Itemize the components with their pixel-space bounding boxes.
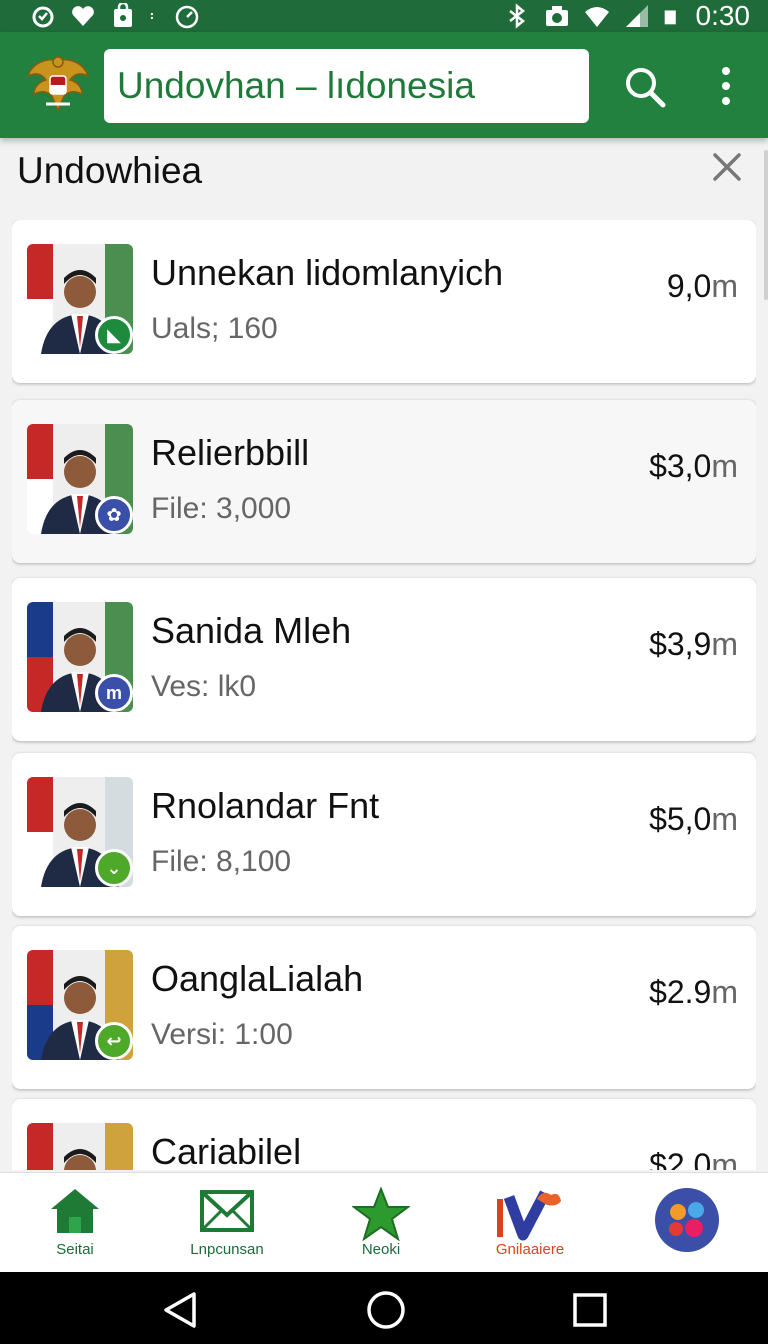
item-list: ◣ Unnekan lidomlanyich Uals; 160 9,0m ✿ … [12,220,756,1170]
item-price-unit: m [711,448,738,484]
item-price: $3,0m [649,448,738,485]
item-badge: m [95,674,133,712]
item-price-unit: m [711,974,738,1010]
item-title: Unnekan lidomlanyich [151,252,504,293]
nav-item-home[interactable]: Seitai [0,1173,150,1273]
item-thumbnail [27,1123,133,1170]
alarm-icon [32,6,54,28]
item-price-value: $5,0 [649,801,712,837]
nav-label: Gnilaaiere [495,1241,565,1258]
item-title: Cariabilel [151,1131,302,1170]
status-bar: 0:30 [0,0,768,32]
home-icon [51,1189,99,1233]
more-options-icon[interactable] [716,66,736,106]
battery-icon [664,10,676,25]
camera-icon [545,6,568,26]
item-price-value: $2,0 [649,1147,712,1170]
search-icon[interactable] [624,66,666,108]
heart-icon [72,6,94,26]
apps-icon [655,1188,719,1252]
item-price-value: 9,0 [666,268,712,304]
item-subtitle: File: 3,000 [151,492,292,525]
item-price: $2,0m [649,1147,738,1170]
wifi-icon [584,7,609,27]
nav-label: Lnpcunsan [190,1241,264,1258]
search-text: Undovhan – lıdonesia [117,65,475,106]
timer-icon [175,5,199,29]
list-item[interactable]: ◣ Unnekan lidomlanyich Uals; 160 9,0m [12,220,756,383]
item-badge: ↩ [95,1022,133,1060]
item-subtitle: Ves: lk0 [151,670,257,703]
star-icon [352,1187,410,1241]
list-header: Undowhiea [0,138,768,208]
item-price-unit: m [711,626,738,662]
nav-label: Neoki [361,1241,401,1258]
item-price: $2.9m [649,974,738,1011]
item-price-unit: m [711,1147,738,1170]
garuda-emblem-icon [26,56,90,112]
signal-icon [625,5,648,27]
item-price-value: $2.9 [649,974,712,1010]
list-item[interactable]: m Sanida Mleh Ves: lk0 $3,9m [12,578,756,741]
item-price: 9,0m [667,268,738,305]
status-time: 0:30 [695,0,751,31]
search-input[interactable]: Undovhan – lıdonesia [104,49,589,123]
nav-item-apps[interactable] [612,1173,762,1273]
item-price-value: $3,0 [649,448,712,484]
list-title: Undowhiea [17,150,203,191]
scrollbar[interactable] [764,150,768,300]
item-title: OanglaLialah [151,958,364,999]
list-item[interactable]: Cariabilel $2,0m [12,1099,756,1170]
close-icon[interactable] [712,152,742,182]
item-subtitle: File: 8,100 [151,845,292,878]
nav-item-mail[interactable]: Lnpcunsan [152,1173,302,1273]
item-title: Rnolandar Fnt [151,785,380,826]
item-title: Relierbbill [151,432,310,473]
mail-icon [200,1190,254,1232]
item-badge: ◣ [95,316,133,354]
list-item[interactable]: ✿ Relierbbill File: 3,000 $3,0m [12,400,756,563]
checkmark-logo-icon [497,1190,561,1241]
shopping-bag-icon [114,3,132,27]
bottom-nav: Seitai Lnpcunsan Neoki Gnilaaiere [0,1172,768,1272]
item-title: Sanida Mleh [151,610,352,651]
item-badge: ✿ [95,496,133,534]
list-item[interactable]: ↩ OanglaLialah Versi: 1:00 $2.9m [12,926,756,1089]
item-price: $5,0m [649,801,738,838]
item-price-value: $3,9 [649,626,712,662]
item-price-unit: m [711,801,738,837]
nav-item-star[interactable]: Neoki [306,1173,456,1273]
app-bar: Undovhan – lıdonesia [0,32,768,138]
item-subtitle: Versi: 1:00 [151,1018,293,1051]
status-left-icons [30,3,200,29]
item-price-unit: m [711,268,738,304]
item-subtitle: Uals; 160 [151,312,278,345]
back-icon[interactable] [160,1290,200,1330]
item-price: $3,9m [649,626,738,663]
system-nav [0,1272,768,1344]
recents-icon[interactable] [570,1290,610,1330]
nav-label: Seitai [56,1241,94,1258]
bluetooth-icon [508,3,525,29]
dots-icon [150,12,154,20]
home-circle-icon[interactable] [366,1290,406,1330]
list-item[interactable]: ⌄ Rnolandar Fnt File: 8,100 $5,0m [12,753,756,916]
nav-item-brand[interactable]: Gnilaaiere [455,1173,605,1273]
item-badge: ⌄ [95,849,133,887]
status-right-icons: 0:30 [504,0,751,32]
